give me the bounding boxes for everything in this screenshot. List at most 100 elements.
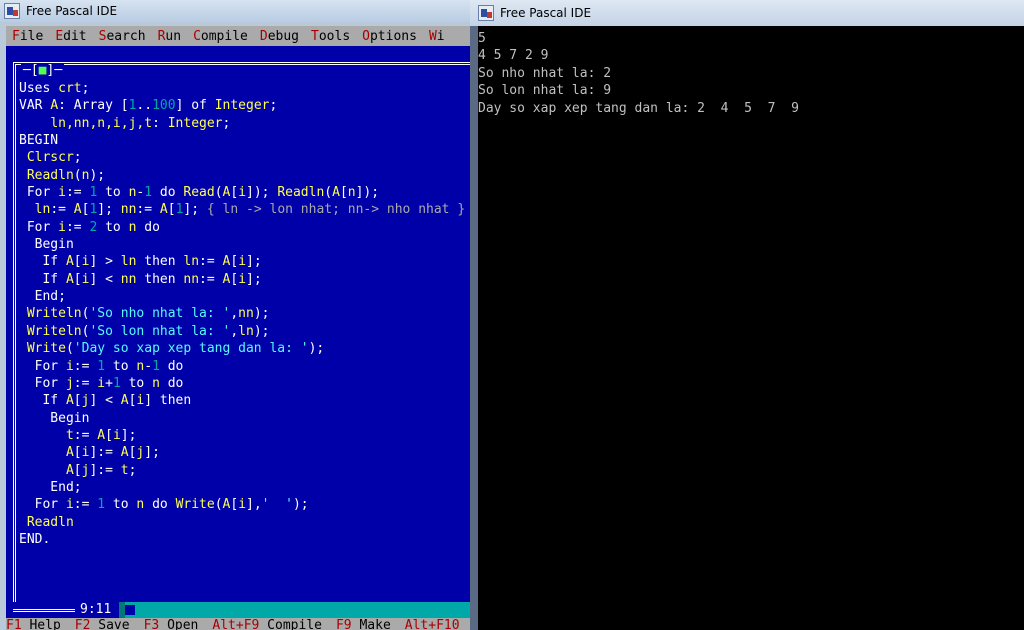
status-item-f2[interactable]: F2 Save [75, 618, 130, 630]
code-line[interactable]: ln:= A[1]; nn:= A[1]; { ln -> lon nhat; … [19, 201, 466, 218]
menu-item-edit[interactable]: Edit [49, 29, 92, 44]
console-output-text: 5 4 5 7 2 9 So nho nhat la: 2 So lon nhat l… [478, 30, 799, 117]
code-token: ( [73, 167, 82, 183]
menu-item-search[interactable]: Search [93, 29, 152, 44]
code-line[interactable]: VAR A: Array [1..100] of Integer; [19, 97, 465, 114]
code-token: Clrscr [26, 150, 74, 166]
code-token: := [73, 427, 98, 443]
code-line[interactable]: Begin [19, 236, 465, 253]
code-line[interactable]: End; [19, 288, 465, 305]
code-token: i [65, 497, 74, 513]
code-token: [ [230, 254, 239, 270]
cursor-position-indicator: 9:11 [80, 602, 112, 617]
code-token: 1 [97, 497, 106, 513]
editor-close-box[interactable]: ─[■]─ [21, 63, 65, 79]
code-token: nn [120, 271, 137, 287]
code-token: 1 [97, 358, 106, 374]
code-token: A [120, 445, 129, 461]
code-token: Uses [19, 81, 59, 96]
code-token: ] [175, 98, 192, 114]
code-line[interactable]: For i:= 1 to n do Write(A[i],' '); [19, 496, 465, 513]
menu-item-wi[interactable]: Wi [423, 29, 451, 44]
menu-item-file[interactable]: File [6, 29, 49, 44]
code-token: Write [26, 341, 66, 357]
code-token: 1 [112, 375, 121, 391]
code-line[interactable]: For i:= 2 to n do [19, 219, 465, 236]
code-line[interactable]: Begin [19, 410, 465, 427]
horizontal-scrollbar[interactable] [119, 602, 470, 618]
menu-item-debug[interactable]: Debug [254, 29, 305, 44]
menu-item-tools[interactable]: Tools [305, 29, 356, 44]
code-line[interactable]: Clrscr; [19, 149, 465, 166]
code-token: ); [89, 167, 106, 183]
free-pascal-app-icon [4, 3, 20, 19]
code-line[interactable]: Readln(n); [19, 167, 465, 184]
code-token: Writeln [26, 323, 82, 339]
code-token: For [19, 497, 66, 513]
code-token: [ [339, 185, 348, 201]
ide-titlebar[interactable]: Free Pascal IDE [0, 0, 470, 22]
menu-item-run[interactable]: Run [152, 29, 187, 44]
code-token: ]:= [89, 445, 121, 461]
menu-label: i [436, 28, 445, 44]
code-line[interactable]: Writeln('So lon nhat la: ',ln); [19, 323, 465, 340]
menu-hotkey: C [193, 28, 201, 44]
code-token: A [332, 185, 340, 201]
status-item-alt-f9[interactable]: Alt+F9 Compile [212, 618, 322, 630]
code-token: + [105, 375, 113, 391]
menu-item-options[interactable]: Options [356, 29, 423, 44]
code-token: 100 [152, 98, 176, 114]
code-line[interactable]: If A[j] < A[i] then [19, 392, 465, 409]
code-token: := [65, 185, 90, 201]
code-token: ] < [89, 271, 121, 287]
code-editor[interactable]: ─[■]─ Uses crt; VAR A: Array [1..100] of … [6, 46, 470, 602]
code-line[interactable]: A[j]:= t; [19, 462, 465, 479]
console-titlebar[interactable]: Free Pascal IDE [470, 0, 1024, 26]
code-line[interactable]: ln,nn,n,i,j,t: Integer; [19, 115, 465, 132]
code-line[interactable]: Uses crt; [19, 80, 465, 97]
code-token: - [144, 358, 153, 374]
menu-hotkey: D [259, 28, 268, 44]
code-line[interactable]: For i:= 1 to n-1 do [19, 358, 465, 375]
console-line: 5 [478, 31, 486, 46]
code-line[interactable]: If A[i] < nn then nn:= A[i]; [19, 271, 465, 288]
status-key: Alt+F9 [212, 618, 260, 630]
status-item-f3[interactable]: F3 Open [144, 618, 199, 630]
code-line[interactable]: END. [19, 531, 465, 548]
code-token: t [120, 462, 129, 478]
console-line: So lon nhat la: 9 [478, 83, 612, 99]
menu-item-compile[interactable]: Compile [187, 29, 254, 44]
code-token: 'So nho nhat la: ' [89, 306, 231, 322]
code-token: ]; [144, 445, 160, 461]
code-token: to [120, 375, 153, 391]
code-token: i [238, 185, 247, 201]
scrollbar-thumb[interactable] [125, 605, 135, 615]
code-line[interactable]: If A[i] > ln then ln:= A[i]; [19, 253, 465, 270]
status-item-alt-f10[interactable]: Alt+F10 [405, 618, 460, 630]
code-line[interactable]: For i:= 1 to n-1 do Read(A[i]); Readln(A… [19, 184, 465, 201]
menu-label: un [165, 28, 182, 44]
code-token: A [120, 393, 129, 409]
console-line: 4 5 7 2 9 [478, 48, 549, 64]
status-item-f1[interactable]: F1 Help [6, 618, 61, 630]
console-output-window: Free Pascal IDE 5 4 5 7 2 9 So nho nhat la… [470, 0, 1024, 630]
ide-window-title: Free Pascal IDE [26, 4, 118, 18]
ide-window: Free Pascal IDE File Edit Search Run Compile… [0, 0, 470, 630]
code-line[interactable]: BEGIN [19, 132, 465, 149]
code-token: A [65, 445, 74, 461]
source-code[interactable]: Uses crt; VAR A: Array [1..100] of Intege… [19, 80, 465, 548]
code-line[interactable]: For j:= i+1 to n do [19, 375, 465, 392]
code-token: ln,nn,n,i,j,t [50, 115, 153, 131]
code-token: ln [183, 254, 200, 270]
code-line[interactable]: End; [19, 479, 465, 496]
code-line[interactable]: A[i]:= A[j]; [19, 444, 465, 461]
code-line[interactable]: Readln [19, 514, 465, 531]
code-line[interactable]: Write('Day so xap xep tang dan la: '); [19, 340, 465, 357]
code-line[interactable]: Writeln('So nho nhat la: ',nn); [19, 305, 465, 322]
code-token: For [19, 375, 66, 391]
menu-label: ptions [369, 28, 417, 44]
code-line[interactable]: t:= A[i]; [19, 427, 465, 444]
status-item-f9[interactable]: F9 Make [336, 618, 391, 630]
menu-hotkey: T [311, 28, 319, 44]
